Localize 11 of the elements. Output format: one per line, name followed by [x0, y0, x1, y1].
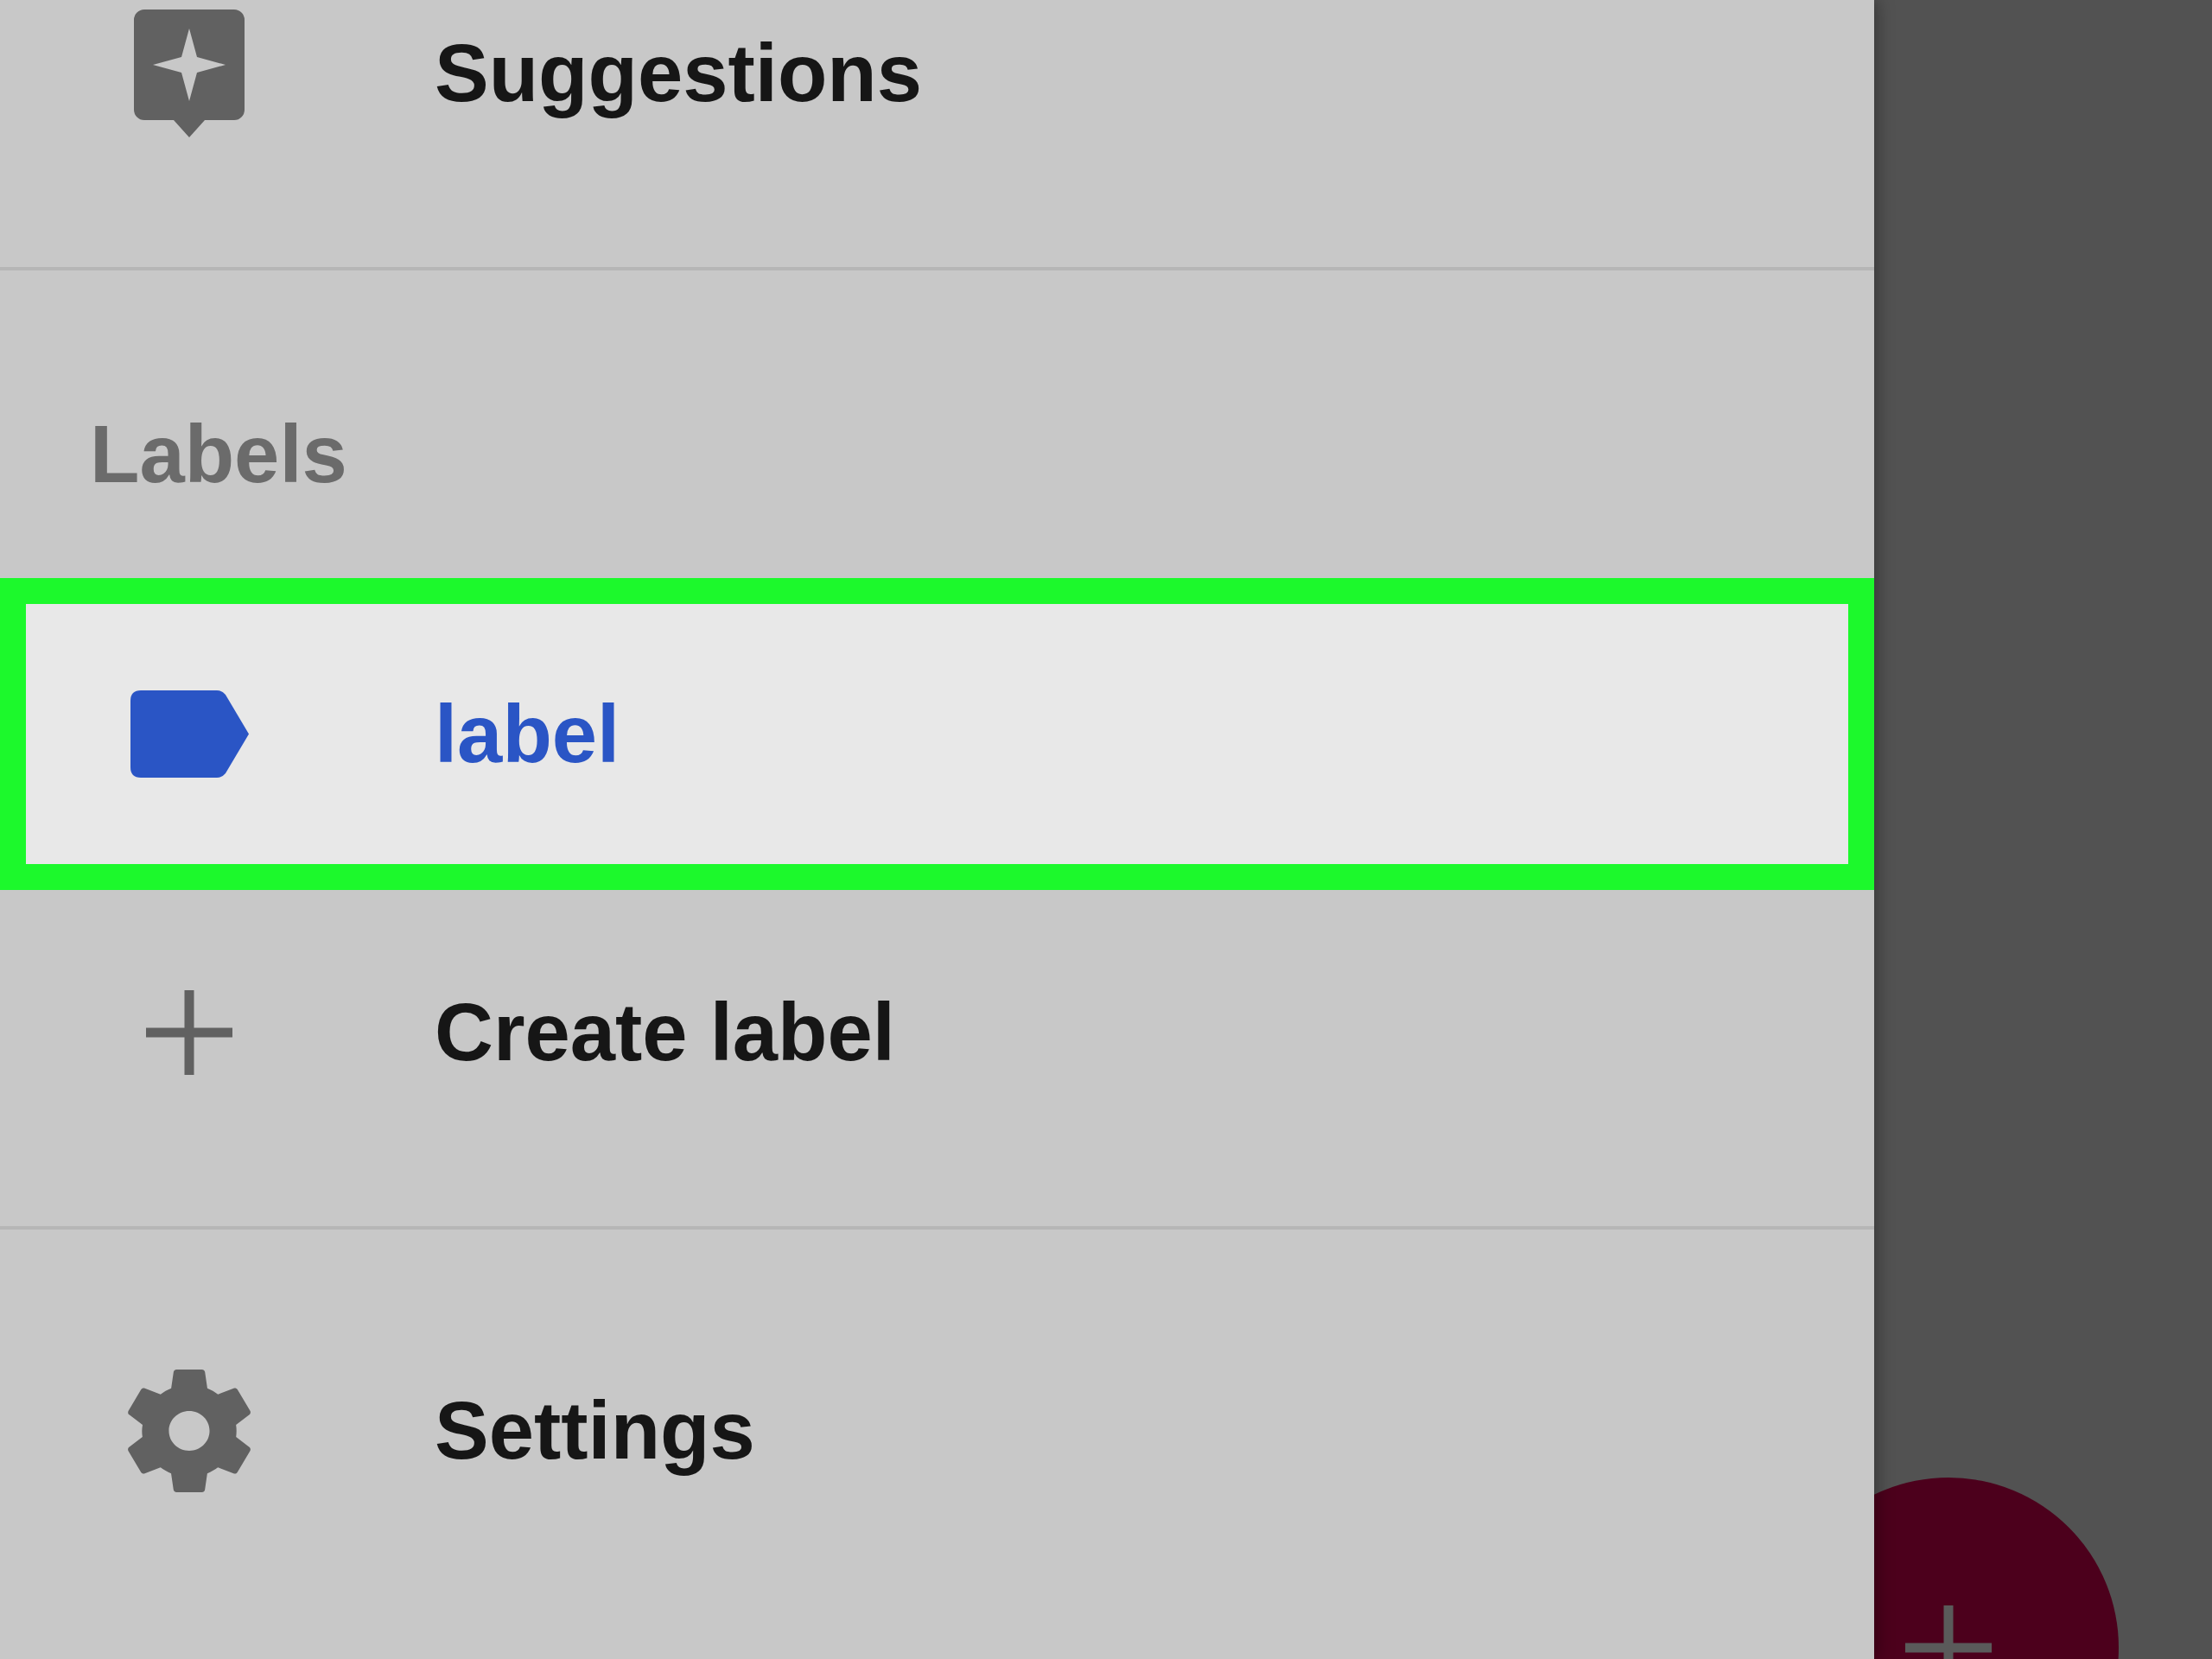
drawer-item[interactable]: Settings	[0, 1301, 1874, 1560]
drawer-item[interactable]: Create label	[0, 890, 1874, 1175]
tag-icon	[130, 690, 249, 778]
drawer-item[interactable]: Suggestions	[0, 0, 1874, 147]
drawer-item[interactable]: label	[0, 578, 1874, 890]
settings-icon	[128, 1367, 251, 1495]
plus-icon	[146, 990, 232, 1075]
section-heading: Labels	[90, 414, 347, 495]
add-button[interactable]	[1874, 1478, 2119, 1659]
sparkle-bubble-icon	[134, 10, 245, 137]
plus-icon	[1905, 1605, 1992, 1659]
